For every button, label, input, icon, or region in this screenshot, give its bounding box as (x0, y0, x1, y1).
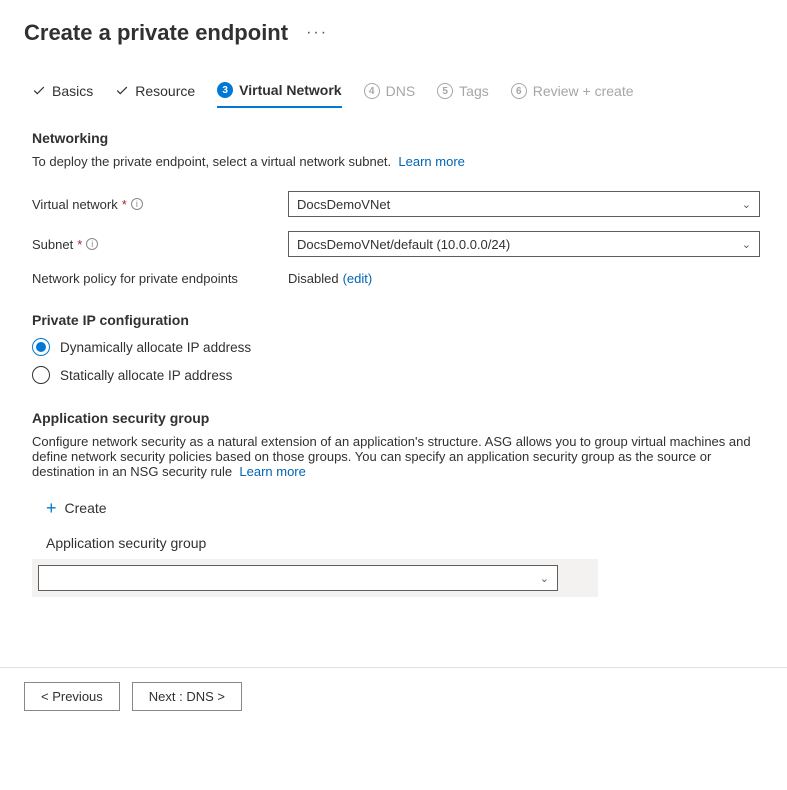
create-asg-button[interactable]: + Create (40, 495, 113, 521)
step-number-3: 3 (217, 82, 233, 98)
previous-button[interactable]: < Previous (24, 682, 120, 711)
step-number-6: 6 (511, 83, 527, 99)
radio-dynamic-ip[interactable]: Dynamically allocate IP address (32, 338, 763, 356)
chevron-down-icon: ⌄ (742, 238, 751, 251)
required-indicator: * (122, 197, 127, 212)
step-number-4: 4 (364, 83, 380, 99)
more-options-button[interactable]: ··· (302, 22, 332, 44)
asg-select-row: ⌄ (32, 559, 598, 597)
check-icon (115, 84, 129, 98)
chevron-down-icon: ⌄ (540, 572, 549, 585)
info-icon[interactable]: i (86, 238, 98, 250)
required-indicator: * (77, 237, 82, 252)
network-policy-edit-link[interactable]: (edit) (343, 271, 373, 286)
tab-basics[interactable]: Basics (32, 82, 93, 108)
tab-tags-label: Tags (459, 83, 489, 99)
network-policy-value: Disabled (288, 271, 339, 286)
tab-review-label: Review + create (533, 83, 634, 99)
create-label: Create (65, 500, 107, 516)
tab-resource[interactable]: Resource (115, 82, 195, 108)
page-title: Create a private endpoint (24, 20, 288, 46)
subnet-select[interactable]: DocsDemoVNet/default (10.0.0.0/24) ⌄ (288, 231, 760, 257)
tab-virtual-network[interactable]: 3 Virtual Network (217, 82, 341, 108)
tab-dns-label: DNS (386, 83, 416, 99)
radio-icon (32, 338, 50, 356)
network-policy-label: Network policy for private endpoints (32, 271, 288, 286)
asg-learn-more-link[interactable]: Learn more (239, 464, 305, 479)
tab-review-create[interactable]: 6 Review + create (511, 82, 634, 108)
ip-config-section: Private IP configuration Dynamically all… (32, 312, 763, 384)
asg-section: Application security group Configure net… (32, 410, 763, 597)
virtual-network-select[interactable]: DocsDemoVNet ⌄ (288, 191, 760, 217)
ip-config-heading: Private IP configuration (32, 312, 763, 328)
tab-virtual-network-label: Virtual Network (239, 82, 341, 98)
networking-section: Networking To deploy the private endpoin… (32, 130, 763, 286)
step-number-5: 5 (437, 83, 453, 99)
tab-dns[interactable]: 4 DNS (364, 82, 416, 108)
wizard-footer: < Previous Next : DNS > (0, 667, 787, 725)
tab-tags[interactable]: 5 Tags (437, 82, 489, 108)
asg-column-header: Application security group (46, 535, 763, 551)
tab-basics-label: Basics (52, 83, 93, 99)
radio-static-label: Statically allocate IP address (60, 368, 232, 383)
radio-dynamic-label: Dynamically allocate IP address (60, 340, 251, 355)
plus-icon: + (46, 499, 57, 517)
networking-description: To deploy the private endpoint, select a… (32, 154, 763, 169)
next-button[interactable]: Next : DNS > (132, 682, 242, 711)
asg-heading: Application security group (32, 410, 763, 426)
tab-resource-label: Resource (135, 83, 195, 99)
subnet-value: DocsDemoVNet/default (10.0.0.0/24) (297, 237, 510, 252)
asg-description: Configure network security as a natural … (32, 434, 763, 479)
radio-icon (32, 366, 50, 384)
networking-heading: Networking (32, 130, 763, 146)
wizard-tabs: Basics Resource 3 Virtual Network 4 DNS … (32, 82, 763, 108)
subnet-label: Subnet * i (32, 237, 288, 252)
chevron-down-icon: ⌄ (742, 198, 751, 211)
asg-select[interactable]: ⌄ (38, 565, 558, 591)
networking-learn-more-link[interactable]: Learn more (398, 154, 464, 169)
check-icon (32, 84, 46, 98)
info-icon[interactable]: i (131, 198, 143, 210)
virtual-network-label: Virtual network * i (32, 197, 288, 212)
virtual-network-value: DocsDemoVNet (297, 197, 390, 212)
radio-static-ip[interactable]: Statically allocate IP address (32, 366, 763, 384)
